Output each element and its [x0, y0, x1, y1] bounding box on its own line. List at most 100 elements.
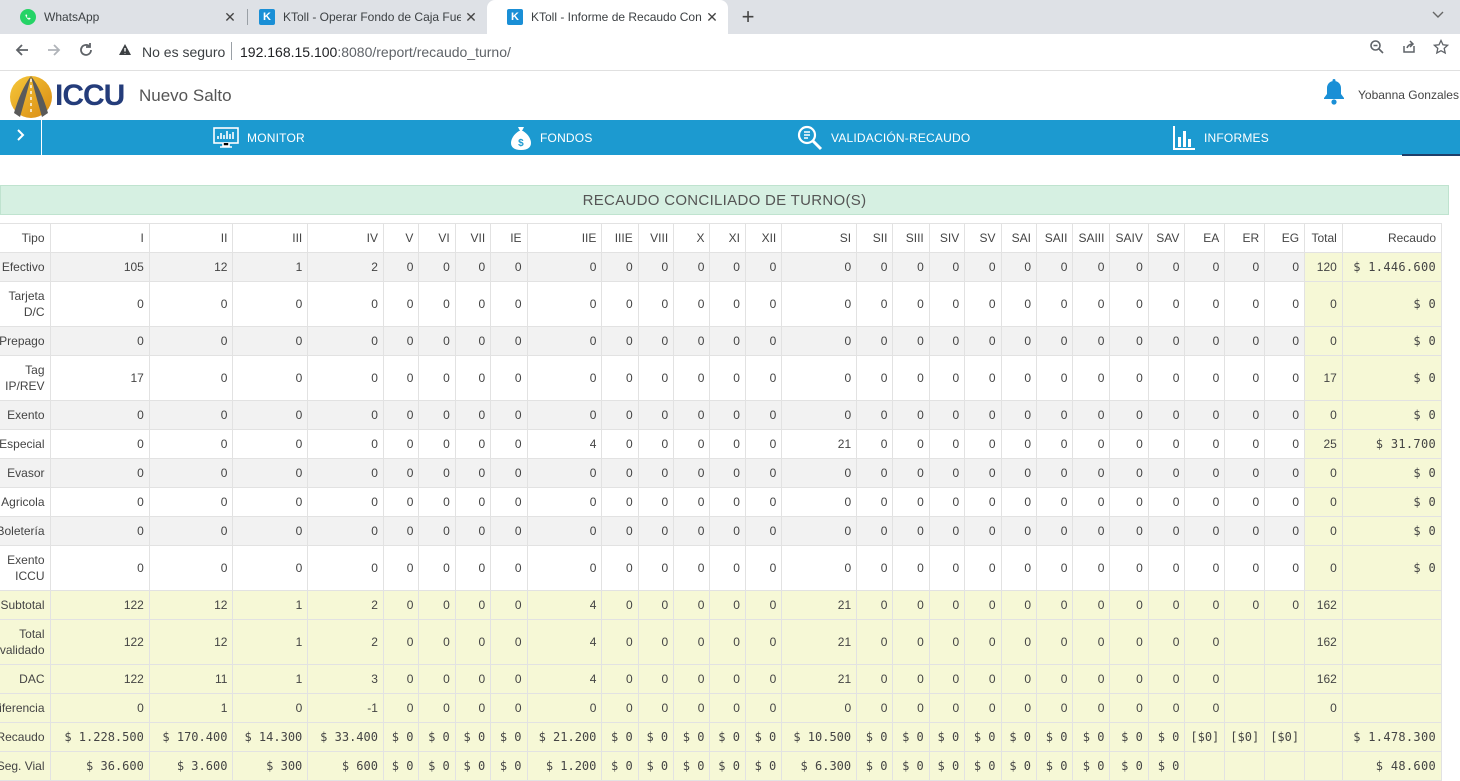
table-cell: 0 — [1109, 619, 1149, 665]
column-header: SAI — [1000, 223, 1038, 253]
zoom-icon[interactable] — [1369, 39, 1385, 59]
ktoll-icon: K — [259, 9, 275, 25]
table-cell: 0 — [382, 281, 420, 327]
table-cell: 0 — [382, 326, 420, 356]
table-cell: 0 — [232, 326, 309, 356]
table-cell: 0 — [601, 400, 639, 430]
table-cell: 0 — [601, 664, 639, 694]
table-cell: $ 0 — [1341, 487, 1443, 517]
nav-fondos[interactable]: $ FONDOS — [510, 120, 593, 155]
table-cell: 0 — [490, 590, 528, 620]
bookmark-star-icon[interactable] — [1432, 38, 1450, 59]
table-cell: 0 — [1035, 355, 1074, 401]
column-header: Tipo — [0, 223, 51, 253]
table-cell: $ 0 — [382, 722, 420, 752]
address-bar[interactable]: No es seguro 192.168.15.100:8080/report/… — [108, 38, 1460, 66]
table-cell: 0 — [744, 590, 783, 620]
table-cell: 0 — [1304, 487, 1343, 517]
url-text[interactable]: 192.168.15.100:8080/report/recaudo_turno… — [240, 44, 511, 60]
table-cell: 0 — [490, 355, 528, 401]
table-cell: $ 0 — [418, 722, 456, 752]
column-header: XI — [709, 223, 746, 253]
table-cell: 0 — [1035, 400, 1074, 430]
table-cell: 0 — [454, 326, 492, 356]
table-cell: 0 — [964, 516, 1002, 546]
tab-ktoll-fondo[interactable]: K KToll - Operar Fondo de Caja Fuerte ✕ — [239, 0, 487, 34]
table-cell: 0 — [709, 252, 746, 282]
table-cell: 0 — [526, 516, 603, 546]
table-cell: 0 — [1072, 516, 1111, 546]
column-header: V — [382, 223, 420, 253]
nav-informes[interactable]: INFORMES — [1172, 120, 1269, 155]
user-name[interactable]: Yobanna Gonzales — [1358, 88, 1459, 102]
table-cell: 0 — [1109, 590, 1149, 620]
table-cell: 0 — [892, 429, 930, 459]
tab-search-chevron-icon[interactable] — [1428, 6, 1448, 22]
table-cell: $ 0 — [964, 751, 1002, 781]
column-header: SII — [856, 223, 894, 253]
table-cell: 0 — [892, 326, 930, 356]
table-cell: 0 — [382, 252, 420, 282]
table-cell: 0 — [1147, 326, 1186, 356]
table-cell: 0 — [148, 487, 234, 517]
column-header: X — [673, 223, 711, 253]
table-cell: $ 0 — [856, 722, 894, 752]
table-cell: 0 — [307, 487, 384, 517]
table-cell: 0 — [454, 252, 492, 282]
close-icon[interactable]: ✕ — [220, 9, 240, 26]
nav-validacion-recaudo[interactable]: VALIDACIÓN-RECAUDO — [797, 120, 970, 155]
close-icon[interactable]: ✕ — [702, 9, 722, 26]
table-cell: 0 — [1109, 458, 1149, 488]
tab-whatsapp[interactable]: WhatsApp ✕ — [0, 0, 246, 34]
table-cell: 0 — [928, 458, 966, 488]
table-cell: 0 — [1147, 693, 1186, 723]
warning-triangle-icon[interactable] — [118, 43, 132, 59]
table-cell: 0 — [232, 429, 309, 459]
table-cell: $ 0 — [601, 722, 639, 752]
column-header: SI — [781, 223, 858, 253]
table-cell: $ 6.300 — [781, 751, 858, 781]
tab-ktoll-informe[interactable]: K KToll - Informe de Recaudo Conciliado … — [487, 0, 728, 34]
nav-monitor[interactable]: MONITOR — [213, 120, 305, 155]
close-icon[interactable]: ✕ — [461, 9, 481, 26]
table-cell: 0 — [232, 281, 309, 327]
table-cell: 0 — [709, 429, 746, 459]
table-cell: 17 — [49, 355, 150, 401]
column-header: SIII — [892, 223, 930, 253]
table-cell: 0 — [307, 281, 384, 327]
table-cell: 0 — [709, 458, 746, 488]
table-cell: 0 — [418, 429, 456, 459]
table-cell: $ 3.600 — [148, 751, 234, 781]
table-cell: 0 — [1000, 355, 1038, 401]
iccu-logo-icon[interactable] — [8, 73, 56, 119]
reload-icon[interactable] — [74, 40, 98, 64]
table-cell: $ 0 — [709, 751, 746, 781]
table-cell: 0 — [892, 590, 930, 620]
table-cell: $ 31.700 — [1341, 429, 1443, 459]
table-cell: 0 — [454, 355, 492, 401]
bell-icon[interactable] — [1322, 79, 1346, 110]
table-cell: 0 — [1072, 664, 1111, 694]
table-cell: 0 — [1264, 400, 1306, 430]
table-cell: 0 — [1147, 458, 1186, 488]
table-cell: 0 — [601, 252, 639, 282]
table-cell: 0 — [418, 693, 456, 723]
table-cell: 0 — [1000, 429, 1038, 459]
table-cell: 0 — [744, 400, 783, 430]
chevron-right-icon[interactable] — [0, 120, 42, 155]
table-cell: $ 0 — [1109, 722, 1149, 752]
new-tab-plus-icon[interactable]: + — [737, 4, 759, 30]
back-arrow-icon[interactable] — [10, 40, 34, 64]
table-cell: 0 — [454, 545, 492, 591]
forward-arrow-icon[interactable] — [42, 40, 66, 64]
table-cell — [1304, 751, 1343, 781]
row-label: Tarjeta D/C — [0, 281, 51, 327]
table-cell: 0 — [964, 590, 1002, 620]
table-cell: 0 — [490, 281, 528, 327]
column-header: SAV — [1147, 223, 1186, 253]
table-cell: 0 — [1072, 281, 1111, 327]
table-cell: 0 — [601, 693, 639, 723]
share-icon[interactable] — [1401, 39, 1417, 59]
security-label[interactable]: No es seguro — [142, 44, 225, 60]
app-header: ICCU Nuevo Salto Yobanna Gonzales — [0, 71, 1460, 120]
